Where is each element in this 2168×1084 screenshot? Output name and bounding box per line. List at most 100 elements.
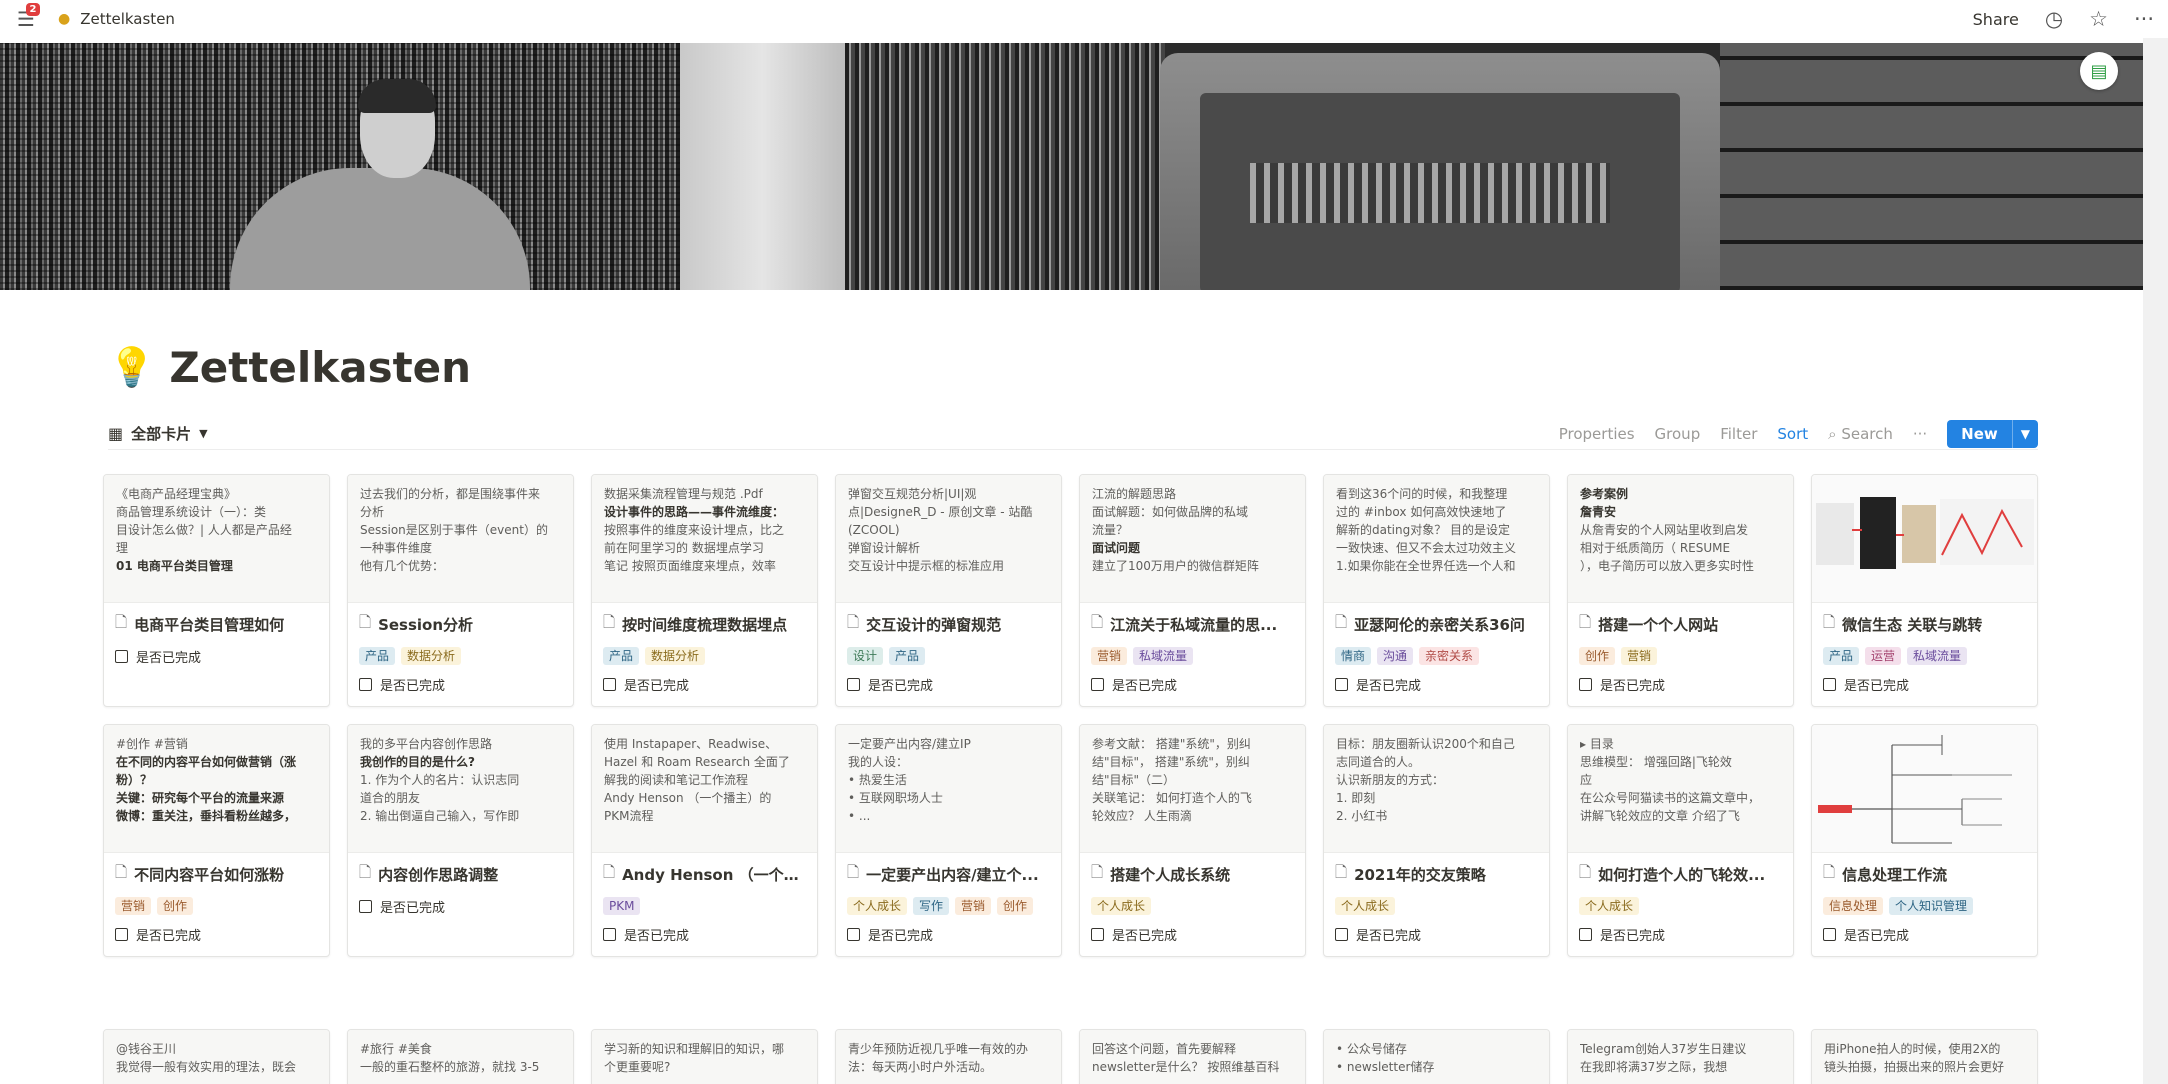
gallery-card[interactable]: #创作 #营销 在不同的内容平台如何做营销（涨 粉）？ 关键：研究每个平台的流量来源微… <box>103 724 330 957</box>
checkbox-icon[interactable] <box>1091 928 1104 941</box>
card-title[interactable]: 🗋 如何打造个人的飞轮效... <box>1579 862 1782 887</box>
filter-button[interactable]: Filter <box>1720 425 1757 443</box>
checkbox-icon[interactable] <box>359 678 372 691</box>
completed-checkbox[interactable]: 是否已完成 <box>359 675 562 694</box>
gallery-card[interactable]: 学习新的知识和理解旧的知识，哪 个更重要呢? <box>591 1029 818 1084</box>
preview-line: 我的人设： <box>848 755 909 769</box>
checkbox-icon[interactable] <box>1823 678 1836 691</box>
search-button[interactable]: ⌕ Search <box>1828 425 1893 443</box>
card-title[interactable]: 🗋 搭建个人成长系统 <box>1091 862 1294 887</box>
checkbox-icon[interactable] <box>1091 678 1104 691</box>
gallery-card[interactable]: 目标：朋友圈新认识200个和自己 志同道合的人。 认识新朋友的方式： 1. 即刻 2… <box>1323 724 1550 957</box>
checkbox-icon[interactable] <box>115 928 128 941</box>
completed-checkbox[interactable]: 是否已完成 <box>1335 925 1538 944</box>
gallery-card[interactable]: 参考文献： 搭建"系统"，别纠 结"目标"， 搭建"系统"，别纠 结"目标"（二） 关… <box>1079 724 1306 957</box>
checkbox-icon[interactable] <box>1579 678 1592 691</box>
card-title[interactable]: 🗋 微信生态 关联与跳转 <box>1823 612 2026 637</box>
book-icon[interactable]: ▤ <box>2080 52 2118 90</box>
card-title[interactable]: 🗋 交互设计的弹窗规范 <box>847 612 1050 637</box>
checkbox-icon[interactable] <box>359 900 372 913</box>
card-title[interactable]: 🗋 一定要产出内容/建立个... <box>847 862 1050 887</box>
properties-button[interactable]: Properties <box>1559 425 1635 443</box>
completed-checkbox[interactable]: 是否已完成 <box>115 925 318 944</box>
card-title[interactable]: 🗋 Andy Henson （一个播... <box>603 862 806 887</box>
tag: 数据分析 <box>645 647 706 665</box>
gallery-card[interactable]: 用iPhone拍人的时候，使用2X的 镜头拍摄，拍摄出来的照片会更好 <box>1811 1029 2038 1084</box>
card-title[interactable]: 🗋 Session分析 <box>359 612 562 637</box>
gallery-card[interactable]: 使用 Instapaper、Readwise、 Hazel 和 Roam Rese… <box>591 724 818 957</box>
gallery-card[interactable]: 🗋 微信生态 关联与跳转 产品 运营 私域流量 是否已完成 <box>1811 474 2038 707</box>
completed-checkbox[interactable]: 是否已完成 <box>1823 925 2026 944</box>
checkbox-icon[interactable] <box>1579 928 1592 941</box>
checkbox-label: 是否已完成 <box>868 929 934 944</box>
gallery-card[interactable]: 一定要产出内容/建立IP 我的人设： • 热爱生活 • 互联网职场人士 • ...… <box>835 724 1062 957</box>
card-title[interactable]: 🗋 信息处理工作流 <box>1823 862 2026 887</box>
card-title[interactable]: 🗋 电商平台类目管理如何 <box>115 612 318 637</box>
more-icon[interactable]: ··· <box>2134 8 2154 30</box>
star-icon[interactable]: ☆ <box>2089 8 2108 30</box>
view-selector[interactable]: ▦ 全部卡片 ▼ <box>108 423 208 444</box>
gallery-card[interactable]: ▸ 目录 思维模型： 增强回路|飞轮效应在公众号阿猫读书的这篇文章中， 讲解飞轮效… <box>1567 724 1794 957</box>
sort-button[interactable]: Sort <box>1777 425 1808 443</box>
completed-checkbox[interactable]: 是否已完成 <box>847 675 1050 694</box>
completed-checkbox[interactable]: 是否已完成 <box>1335 675 1538 694</box>
checkbox-icon[interactable] <box>1823 928 1836 941</box>
completed-checkbox[interactable]: 是否已完成 <box>603 675 806 694</box>
gallery-card[interactable]: 弹窗交互规范分析|UI|观 点|DesigneR_D - 原创文章 - 站酷 (ZC… <box>835 474 1062 707</box>
sidebar-toggle-button[interactable]: ☰ 2 <box>14 3 40 31</box>
card-title[interactable]: 🗋 亚瑟阿伦的亲密关系36问 <box>1335 612 1538 637</box>
checkbox-icon[interactable] <box>603 678 616 691</box>
gallery-card[interactable]: 我的多平台内容创作思路 我创作的目的是什么? 1. 作为个人的名片：认识志同 道合… <box>347 724 574 957</box>
lightbulb-icon[interactable]: 💡 <box>108 345 155 390</box>
checkbox-icon[interactable] <box>1335 928 1348 941</box>
card-title[interactable]: 🗋 按时间维度梳理数据埋点 <box>603 612 806 637</box>
more-options-button[interactable]: ··· <box>1913 425 1927 443</box>
gallery-card[interactable]: @钱谷王川 我觉得一般有效实用的理法，既会 <box>103 1029 330 1084</box>
card-title[interactable]: 🗋 搭建一个个人网站 <box>1579 612 1782 637</box>
preview-line: 设计事件的思路——事件流维度： <box>604 505 785 519</box>
card-preview: ▸ 目录 思维模型： 增强回路|飞轮效应在公众号阿猫读书的这篇文章中， 讲解飞轮效… <box>1568 725 1793 853</box>
share-button[interactable]: Share <box>1973 10 2019 29</box>
completed-checkbox[interactable]: 是否已完成 <box>359 897 562 916</box>
checkbox-icon[interactable] <box>1335 678 1348 691</box>
page-title[interactable]: Zettelkasten <box>169 343 471 392</box>
gallery-card[interactable]: 《电商产品经理宝典》 商品管理系统设计（一）：类 目设计怎么做？| 人人都是产品经理… <box>103 474 330 707</box>
gallery-card[interactable]: 江流的解题思路 面试解题：如何做品牌的私域 流量？ 面试问题 建立了100万用户的微信群… <box>1079 474 1306 707</box>
new-button-label[interactable]: New <box>1947 420 2012 448</box>
completed-checkbox[interactable]: 是否已完成 <box>1091 675 1294 694</box>
breadcrumb-title[interactable]: Zettelkasten <box>80 10 175 28</box>
gallery-card[interactable]: #旅行 #美食 一般的重石整杯的旅游，就找 3-5 <box>347 1029 574 1084</box>
group-button[interactable]: Group <box>1655 425 1701 443</box>
gallery-card[interactable]: 参考案例 詹青安 从詹青安的个人网站里收到启发 相对于纸质简历（ RESUME ），电子… <box>1567 474 1794 707</box>
gallery-card[interactable]: 看到这36个问的时候，和我整理 过的 #inbox 如何高效快速地了 解新的dati… <box>1323 474 1550 707</box>
card-title[interactable]: 🗋 江流关于私域流量的思... <box>1091 612 1294 637</box>
checkbox-icon[interactable] <box>847 678 860 691</box>
card-title[interactable]: 🗋 不同内容平台如何涨粉 <box>115 862 318 887</box>
chevron-down-icon[interactable]: ▼ <box>2011 419 2038 448</box>
card-title[interactable]: 🗋 内容创作思路调整 <box>359 862 562 887</box>
completed-checkbox[interactable]: 是否已完成 <box>847 925 1050 944</box>
scrollbar[interactable] <box>2143 38 2168 1084</box>
completed-checkbox[interactable]: 是否已完成 <box>1579 675 1782 694</box>
card-title-text: 电商平台类目管理如何 <box>134 616 285 634</box>
completed-checkbox[interactable]: 是否已完成 <box>1823 675 2026 694</box>
gallery-card[interactable]: 回答这个问题，首先要解释 newsletter是什么？ 按照维基百科 <box>1079 1029 1306 1084</box>
card-title[interactable]: 🗋 2021年的交友策略 <box>1335 862 1538 887</box>
gallery-card[interactable]: 过去我们的分析，都是围绕事件来 分析 Session是区别于事件（event）的 一种… <box>347 474 574 707</box>
new-button[interactable]: New ▼ <box>1947 419 2038 448</box>
completed-checkbox[interactable]: 是否已完成 <box>603 925 806 944</box>
history-icon[interactable]: ◷ <box>2045 8 2063 30</box>
checkbox-icon[interactable] <box>847 928 860 941</box>
completed-checkbox[interactable]: 是否已完成 <box>115 647 318 666</box>
checkbox-icon[interactable] <box>603 928 616 941</box>
gallery-card[interactable]: 数据采集流程管理与规范 .Pdf 设计事件的思路——事件流维度： 按照事件的维度来设… <box>591 474 818 707</box>
gallery-card[interactable]: Telegram创始人37岁生日建议 在我即将满37岁之际，我想 <box>1567 1029 1794 1084</box>
card-preview: 我的多平台内容创作思路 我创作的目的是什么? 1. 作为个人的名片：认识志同 道合… <box>348 725 573 853</box>
gallery-card[interactable]: 青少年预防近视几乎唯一有效的办 法：每天两小时户外活动。 <box>835 1029 1062 1084</box>
gallery-card[interactable]: 🗋 信息处理工作流 信息处理 个人知识管理 是否已完成 <box>1811 724 2038 957</box>
completed-checkbox[interactable]: 是否已完成 <box>1579 925 1782 944</box>
completed-checkbox[interactable]: 是否已完成 <box>1091 925 1294 944</box>
preview-line: 青少年预防近视几乎唯一有效的办 <box>848 1042 1029 1056</box>
checkbox-icon[interactable] <box>115 650 128 663</box>
gallery-card[interactable]: • 公众号储存 • newsletter储存 <box>1323 1029 1550 1084</box>
